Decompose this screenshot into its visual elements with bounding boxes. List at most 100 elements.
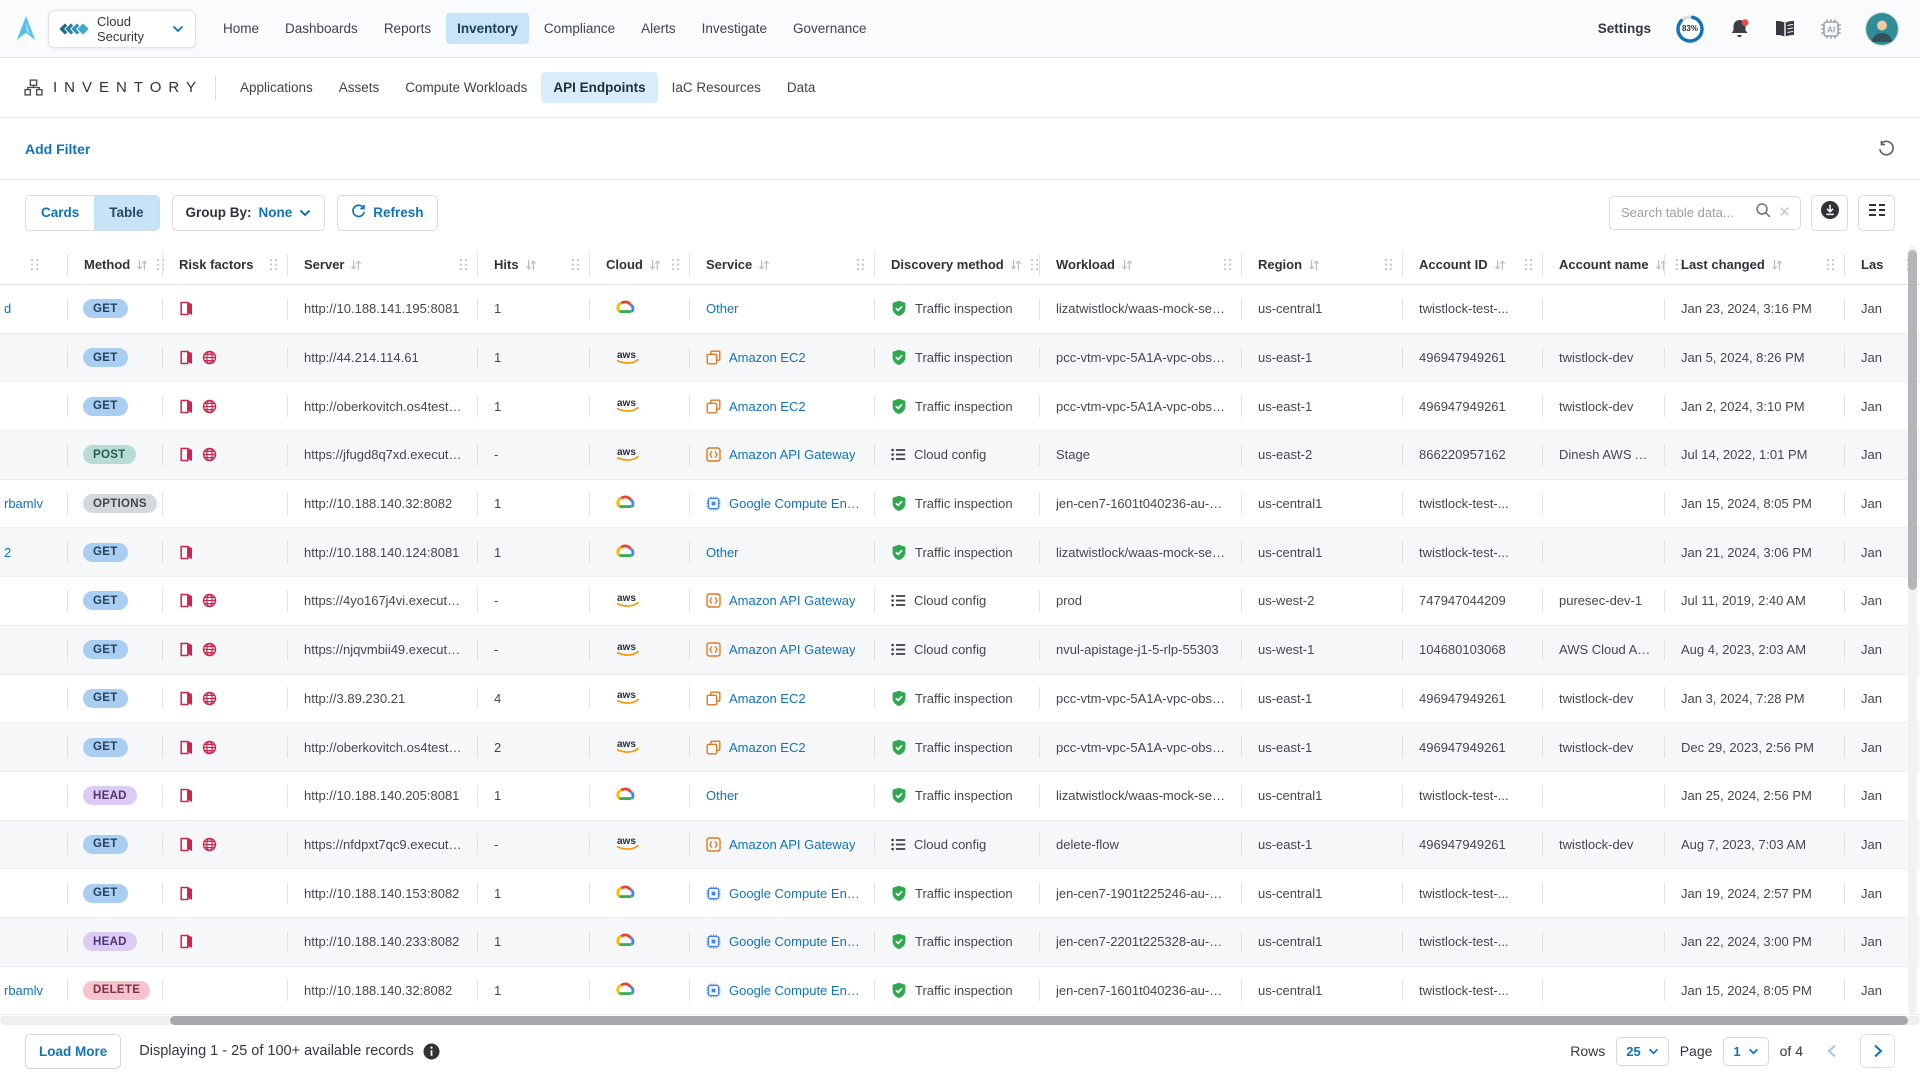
search-icon[interactable] bbox=[1755, 202, 1771, 223]
door-risk-icon[interactable] bbox=[179, 691, 193, 706]
service-link[interactable]: Amazon EC2 bbox=[729, 399, 806, 414]
sort-icon[interactable] bbox=[649, 259, 661, 271]
download-button[interactable] bbox=[1811, 195, 1848, 231]
service-link[interactable]: Amazon API Gateway bbox=[729, 837, 855, 852]
page-select[interactable]: 1 bbox=[1723, 1037, 1768, 1066]
column-header-server[interactable]: Server bbox=[288, 245, 478, 284]
sort-icon[interactable] bbox=[525, 259, 537, 271]
endpoint-link[interactable] bbox=[0, 431, 68, 479]
table-row[interactable]: 2GEThttp://10.188.140.124:80811OtherTraf… bbox=[0, 528, 1920, 577]
service-link[interactable]: Amazon EC2 bbox=[729, 740, 806, 755]
column-header-account-id[interactable]: Account ID bbox=[1403, 245, 1543, 284]
horizontal-scrollbar-thumb[interactable] bbox=[170, 1016, 1908, 1025]
door-risk-icon[interactable] bbox=[179, 642, 193, 657]
sort-icon[interactable] bbox=[350, 259, 362, 271]
ai-assistant-chip-icon[interactable]: AI bbox=[1820, 18, 1842, 40]
door-risk-icon[interactable] bbox=[179, 447, 193, 462]
table-row[interactable]: GEThttps://njqvmbii49.execute-ap...-awsA… bbox=[0, 626, 1920, 675]
drag-handle-icon[interactable] bbox=[30, 258, 39, 271]
table-row[interactable]: GEThttps://4yo167j4vi.execute-ap...-awsA… bbox=[0, 577, 1920, 626]
column-header-region[interactable]: Region bbox=[1242, 245, 1403, 284]
vertical-scrollbar-thumb[interactable] bbox=[1908, 250, 1917, 590]
nav-item-investigate[interactable]: Investigate bbox=[691, 13, 778, 44]
column-header-service[interactable]: Service bbox=[690, 245, 875, 284]
previous-page-button[interactable] bbox=[1814, 1034, 1849, 1068]
endpoint-link[interactable] bbox=[0, 723, 68, 771]
sort-icon[interactable] bbox=[1771, 259, 1783, 271]
drag-handle-icon[interactable] bbox=[1818, 258, 1835, 271]
sort-icon[interactable] bbox=[1010, 259, 1022, 271]
door-risk-icon[interactable] bbox=[179, 837, 193, 852]
globe-risk-icon[interactable] bbox=[202, 691, 217, 706]
column-header-discovery-method[interactable]: Discovery method bbox=[875, 245, 1040, 284]
table-row[interactable]: GEThttp://oberkovitch.os4test.twi...1aws… bbox=[0, 382, 1920, 431]
service-link[interactable]: Google Compute Engine bbox=[729, 886, 861, 901]
drag-handle-icon[interactable] bbox=[1516, 258, 1533, 271]
table-row[interactable]: rbamlvDELETEhttp://10.188.140.32:80821Go… bbox=[0, 967, 1920, 1016]
table-row[interactable]: GEThttp://10.188.140.153:80821Google Com… bbox=[0, 869, 1920, 918]
drag-handle-icon[interactable] bbox=[451, 258, 468, 271]
endpoint-link[interactable] bbox=[0, 334, 68, 382]
service-link[interactable]: Amazon API Gateway bbox=[729, 593, 855, 608]
search-input[interactable] bbox=[1621, 205, 1748, 220]
table-row[interactable]: POSThttps://jfugd8q7xd.execute-ap...-aws… bbox=[0, 431, 1920, 480]
nav-item-home[interactable]: Home bbox=[212, 13, 270, 44]
door-risk-icon[interactable] bbox=[179, 593, 193, 608]
door-risk-icon[interactable] bbox=[179, 301, 193, 316]
tab-iac-resources[interactable]: IaC Resources bbox=[660, 72, 773, 103]
service-link[interactable]: Google Compute Engine bbox=[729, 934, 861, 949]
door-risk-icon[interactable] bbox=[179, 740, 193, 755]
door-risk-icon[interactable] bbox=[179, 399, 193, 414]
column-header-hits[interactable]: Hits bbox=[478, 245, 590, 284]
globe-risk-icon[interactable] bbox=[202, 837, 217, 852]
rows-per-page-select[interactable]: 25 bbox=[1616, 1037, 1668, 1066]
door-risk-icon[interactable] bbox=[179, 934, 193, 949]
user-avatar[interactable] bbox=[1866, 13, 1898, 45]
sort-icon[interactable] bbox=[1121, 259, 1133, 271]
tab-applications[interactable]: Applications bbox=[228, 72, 325, 103]
load-more-button[interactable]: Load More bbox=[25, 1034, 121, 1069]
globe-risk-icon[interactable] bbox=[202, 593, 217, 608]
column-header-method[interactable]: Method bbox=[68, 245, 163, 284]
nav-item-compliance[interactable]: Compliance bbox=[533, 13, 626, 44]
sort-icon[interactable] bbox=[136, 259, 148, 271]
drag-handle-icon[interactable] bbox=[1376, 258, 1393, 271]
documentation-book-icon[interactable] bbox=[1774, 20, 1796, 38]
endpoint-link[interactable] bbox=[0, 821, 68, 869]
view-option-table[interactable]: Table bbox=[94, 196, 158, 230]
notifications-bell-icon[interactable] bbox=[1729, 18, 1750, 40]
service-link[interactable]: Google Compute Engine bbox=[729, 983, 861, 998]
table-row[interactable]: GEThttps://nfdpxt7qc9.execute-ap...-awsA… bbox=[0, 821, 1920, 870]
nav-item-dashboards[interactable]: Dashboards bbox=[274, 13, 369, 44]
table-row[interactable]: HEADhttp://10.188.140.233:80821Google Co… bbox=[0, 918, 1920, 967]
nav-item-inventory[interactable]: Inventory bbox=[446, 13, 529, 44]
endpoint-link[interactable]: rbamlv bbox=[0, 967, 68, 1015]
settings-button[interactable]: Settings bbox=[1598, 21, 1651, 36]
column-header-workload[interactable]: Workload bbox=[1040, 245, 1242, 284]
reset-filters-icon[interactable] bbox=[1878, 140, 1895, 157]
endpoint-link[interactable] bbox=[0, 626, 68, 674]
endpoint-link[interactable] bbox=[0, 577, 68, 625]
add-filter-button[interactable]: Add Filter bbox=[25, 141, 90, 157]
tab-compute-workloads[interactable]: Compute Workloads bbox=[393, 72, 539, 103]
nav-item-reports[interactable]: Reports bbox=[373, 13, 442, 44]
service-link[interactable]: Google Compute Engine bbox=[729, 496, 861, 511]
tab-assets[interactable]: Assets bbox=[327, 72, 392, 103]
door-risk-icon[interactable] bbox=[179, 788, 193, 803]
table-row[interactable]: GEThttp://44.214.114.611awsAmazon EC2Tra… bbox=[0, 334, 1920, 383]
drag-handle-icon[interactable] bbox=[663, 258, 680, 271]
door-risk-icon[interactable] bbox=[179, 886, 193, 901]
service-link[interactable]: Amazon EC2 bbox=[729, 691, 806, 706]
vertical-scrollbar[interactable] bbox=[1908, 246, 1917, 1015]
globe-risk-icon[interactable] bbox=[202, 642, 217, 657]
drag-handle-icon[interactable] bbox=[1215, 258, 1232, 271]
sort-icon[interactable] bbox=[1308, 259, 1320, 271]
column-header-account-name[interactable]: Account name bbox=[1543, 245, 1665, 284]
tab-data[interactable]: Data bbox=[775, 72, 828, 103]
endpoint-link[interactable] bbox=[0, 772, 68, 820]
sort-icon[interactable] bbox=[758, 259, 770, 271]
tab-api-endpoints[interactable]: API Endpoints bbox=[541, 72, 657, 103]
group-by-dropdown[interactable]: Group By: None bbox=[172, 195, 326, 231]
endpoint-link[interactable]: d bbox=[0, 285, 68, 333]
endpoint-link[interactable]: rbamlv bbox=[0, 480, 68, 528]
